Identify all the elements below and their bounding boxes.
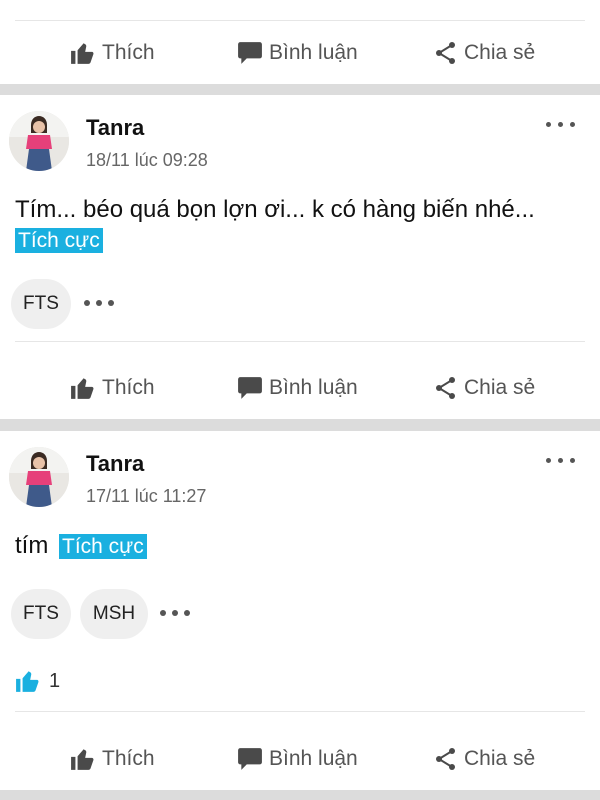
sentiment-tag: Tích cực <box>59 534 147 559</box>
divider <box>15 341 585 342</box>
share-icon <box>436 42 455 64</box>
sentiment-tag: Tích cực <box>15 228 103 253</box>
author-name[interactable]: Tanra <box>86 115 144 141</box>
like-button[interactable]: Thích <box>70 358 155 418</box>
more-chips-icon[interactable] <box>84 300 120 308</box>
comment-icon <box>238 377 262 399</box>
chip-label: FTS <box>23 603 59 624</box>
like-button[interactable]: Thích <box>70 23 155 83</box>
comment-label: Bình luận <box>269 376 358 399</box>
like-label: Thích <box>102 747 155 770</box>
comment-button[interactable]: Bình luận <box>237 729 358 789</box>
post-card: Tanra 17/11 lúc 11:27 tím Tích cực FTS M… <box>0 431 600 790</box>
action-bar: Thích Bình luận Chia sẻ <box>0 23 600 83</box>
like-label: Thích <box>102 41 155 64</box>
more-chips-icon[interactable] <box>160 610 196 618</box>
comment-icon <box>238 42 262 64</box>
post-card-previous: Thích Bình luận Chia sẻ <box>0 0 600 84</box>
thumbs-up-icon <box>16 671 39 692</box>
share-label: Chia sẻ <box>464 747 536 770</box>
author-name[interactable]: Tanra <box>86 451 144 477</box>
like-count-value: 1 <box>49 669 61 692</box>
post-card: Tanra 18/11 lúc 09:28 Tím... béo quá bọn… <box>0 95 600 419</box>
share-button[interactable]: Chia sẻ <box>434 23 535 83</box>
thumbs-up-icon <box>71 378 94 399</box>
share-button[interactable]: Chia sẻ <box>434 729 535 789</box>
action-bar: Thích Bình luận Chia sẻ <box>0 729 600 789</box>
post-text-block: Tím... béo quá bọn lợn ơi... k có hàng b… <box>15 195 590 256</box>
chip-fts[interactable]: FTS <box>11 279 71 329</box>
like-label: Thích <box>102 376 155 399</box>
share-button[interactable]: Chia sẻ <box>434 358 535 418</box>
post-text: Tím... béo quá bọn lợn ơi... k có hàng b… <box>15 196 535 223</box>
like-button[interactable]: Thích <box>70 729 155 789</box>
more-options-icon[interactable] <box>546 120 580 130</box>
share-icon <box>436 377 455 399</box>
post-timestamp[interactable]: 18/11 lúc 09:28 <box>86 150 208 171</box>
divider <box>15 711 585 712</box>
action-bar: Thích Bình luận Chia sẻ <box>0 358 600 418</box>
avatar[interactable] <box>9 447 69 507</box>
share-label: Chia sẻ <box>464 41 536 64</box>
chip-label: MSH <box>92 603 136 624</box>
avatar[interactable] <box>9 111 69 171</box>
comment-label: Bình luận <box>269 747 358 770</box>
post-text: tím <box>15 532 49 559</box>
comment-icon <box>238 748 262 770</box>
share-icon <box>436 748 455 770</box>
like-count[interactable]: 1 <box>15 669 60 693</box>
thumbs-up-icon <box>71 43 94 64</box>
share-label: Chia sẻ <box>464 376 536 399</box>
more-options-icon[interactable] <box>546 456 580 466</box>
post-timestamp[interactable]: 17/11 lúc 11:27 <box>86 486 206 507</box>
divider <box>15 20 585 21</box>
chip-fts[interactable]: FTS <box>11 589 71 639</box>
thumbs-up-icon <box>71 749 94 770</box>
comment-button[interactable]: Bình luận <box>237 23 358 83</box>
chip-msh[interactable]: MSH <box>80 589 148 639</box>
comment-label: Bình luận <box>269 41 358 64</box>
post-text-block: tím Tích cực <box>15 531 147 562</box>
comment-button[interactable]: Bình luận <box>237 358 358 418</box>
chip-label: FTS <box>23 293 59 314</box>
